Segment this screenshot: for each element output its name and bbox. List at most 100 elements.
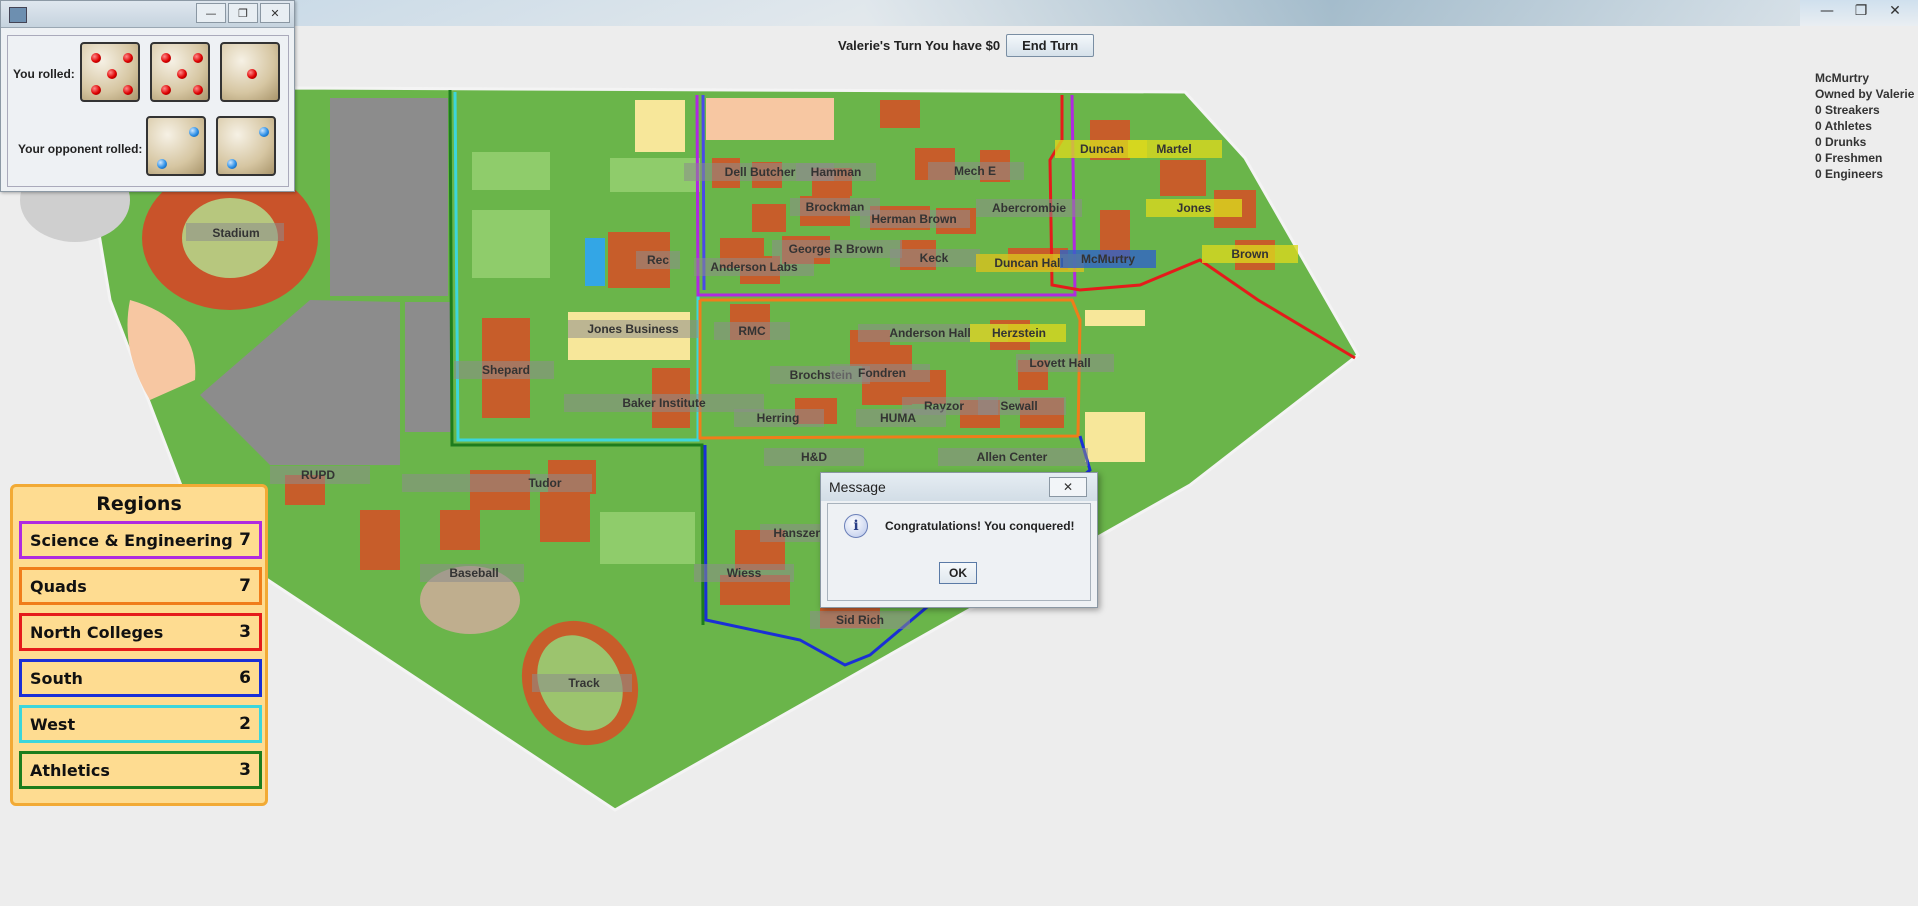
- info-owner: Owned by Valerie: [1815, 87, 1915, 101]
- die-pip: [157, 159, 167, 169]
- territory-martel[interactable]: Martel: [1156, 142, 1191, 156]
- die-pip: [259, 127, 269, 137]
- die-pip: [123, 85, 133, 95]
- parking-lot: [405, 302, 452, 432]
- territory-herring[interactable]: Herring: [757, 411, 800, 425]
- field: [472, 152, 550, 190]
- you-rolled-label: You rolled:: [13, 67, 75, 81]
- territory-brockman[interactable]: Brockman: [806, 200, 865, 214]
- region-quads: Quads 7: [19, 567, 262, 605]
- territory-allen-center[interactable]: Allen Center: [977, 450, 1048, 464]
- region-bonus: 7: [239, 576, 251, 596]
- territory-rupd[interactable]: RUPD: [301, 468, 335, 482]
- region-south: South 6: [19, 659, 262, 697]
- building-block: [1085, 310, 1145, 326]
- info-icon: i: [844, 514, 868, 538]
- territory-huma[interactable]: HUMA: [880, 411, 916, 425]
- die-pip: [193, 53, 203, 63]
- territory-duncan-hall[interactable]: Duncan Hall: [994, 256, 1063, 270]
- die-pip: [107, 69, 117, 79]
- parking-lot: [330, 98, 448, 296]
- territory-rmc[interactable]: RMC: [738, 324, 766, 338]
- info-streakers: 0 Streakers: [1815, 103, 1880, 117]
- die-face-5: [80, 42, 140, 102]
- die-pip: [123, 53, 133, 63]
- territory-track[interactable]: Track: [568, 676, 600, 690]
- territory-hamman[interactable]: Hamman: [811, 165, 862, 179]
- die-face-5: [150, 42, 210, 102]
- territory-hanszen[interactable]: Hanszen: [773, 526, 822, 540]
- region-athletics: Athletics 3: [19, 751, 262, 789]
- territory-duncan[interactable]: Duncan: [1080, 142, 1124, 156]
- territory-baseball[interactable]: Baseball: [449, 566, 498, 580]
- regions-legend: Regions Science & Engineering 7 Quads 7 …: [10, 484, 268, 806]
- die-pip: [247, 69, 257, 79]
- region-bonus: 6: [239, 668, 251, 688]
- territory-info-panel: McMurtry Owned by Valerie 0 Streakers 0 …: [1815, 70, 1914, 182]
- dice-window: — ❐ ✕ You rolled: Your opponent rolled:: [0, 0, 295, 192]
- territory-tudor[interactable]: Tudor: [528, 476, 561, 490]
- ok-button[interactable]: OK: [939, 562, 977, 584]
- region-name: West: [30, 714, 76, 734]
- territory-anderson-labs[interactable]: Anderson Labs: [710, 260, 798, 274]
- die-pip: [193, 85, 203, 95]
- field: [600, 512, 695, 564]
- building-block: [706, 98, 834, 140]
- territory-baker-institute[interactable]: Baker Institute: [622, 396, 706, 410]
- territory-shepard[interactable]: Shepard: [482, 363, 530, 377]
- region-bonus: 7: [239, 530, 251, 550]
- region-name: North Colleges: [30, 622, 164, 642]
- info-freshmen: 0 Freshmen: [1815, 151, 1883, 165]
- dice-minimize-button[interactable]: —: [196, 3, 226, 23]
- dice-panel: You rolled: Your opponent rolled:: [7, 35, 289, 187]
- territory-dell-butcher[interactable]: Dell Butcher: [725, 165, 796, 179]
- territory-fondren[interactable]: Fondren: [858, 366, 906, 380]
- message-dialog-titlebar: Message ✕: [821, 473, 1097, 501]
- message-close-button[interactable]: ✕: [1049, 477, 1087, 497]
- field: [472, 210, 550, 278]
- region-bonus: 3: [239, 622, 251, 642]
- die-pip: [177, 69, 187, 79]
- territory-herman-brown[interactable]: Herman Brown: [871, 212, 956, 226]
- territory-stadium[interactable]: Stadium: [212, 226, 259, 240]
- die-face-2: [146, 116, 206, 176]
- building-block: [1085, 412, 1145, 462]
- die-pip: [91, 85, 101, 95]
- territory-brown[interactable]: Brown: [1231, 247, 1268, 261]
- territory-mech-e[interactable]: Mech E: [954, 164, 996, 178]
- info-territory-name: McMurtry: [1815, 71, 1870, 85]
- dice-maximize-button[interactable]: ❐: [228, 3, 258, 23]
- territory-herzstein[interactable]: Herzstein: [992, 326, 1046, 340]
- territory-hnd[interactable]: H&D: [801, 450, 827, 464]
- territory-anderson-hall[interactable]: Anderson Hall: [889, 326, 970, 340]
- building-block: [635, 100, 685, 152]
- territory-rec[interactable]: Rec: [647, 253, 669, 267]
- territory-lovett-hall[interactable]: Lovett Hall: [1029, 356, 1090, 370]
- territory-george-r-brown[interactable]: George R Brown: [789, 242, 884, 256]
- die-pip: [91, 53, 101, 63]
- info-athletes: 0 Athletes: [1815, 119, 1872, 133]
- territory-wiess[interactable]: Wiess: [727, 566, 762, 580]
- territory-abercrombie[interactable]: Abercrombie: [992, 201, 1066, 215]
- territory-sewall[interactable]: Sewall: [1000, 399, 1037, 413]
- end-turn-button[interactable]: End Turn: [1006, 34, 1095, 57]
- turn-text: Valerie's Turn You have $0: [838, 38, 1001, 53]
- dice-window-titlebar: — ❐ ✕: [1, 1, 294, 28]
- message-text: Congratulations! You conquered!: [885, 519, 1075, 533]
- region-north-colleges: North Colleges 3: [19, 613, 262, 651]
- dice-close-button[interactable]: ✕: [260, 3, 290, 23]
- region-science-engineering: Science & Engineering 7: [19, 521, 262, 559]
- die-face-2: [216, 116, 276, 176]
- territory-jones[interactable]: Jones: [1177, 201, 1212, 215]
- territory-sid-rich[interactable]: Sid Rich: [836, 613, 884, 627]
- turn-status: Valerie's Turn You have $0 End Turn: [838, 34, 1095, 57]
- territory-keck[interactable]: Keck: [920, 251, 949, 265]
- die-pip: [161, 53, 171, 63]
- die-face-1: [220, 42, 280, 102]
- java-app-icon: [9, 7, 27, 23]
- opponent-rolled-label: Your opponent rolled:: [18, 142, 143, 156]
- territory-jones-business[interactable]: Jones Business: [587, 322, 679, 336]
- die-pip: [161, 85, 171, 95]
- die-pip: [189, 127, 199, 137]
- territory-mcmurtry[interactable]: McMurtry: [1081, 252, 1135, 266]
